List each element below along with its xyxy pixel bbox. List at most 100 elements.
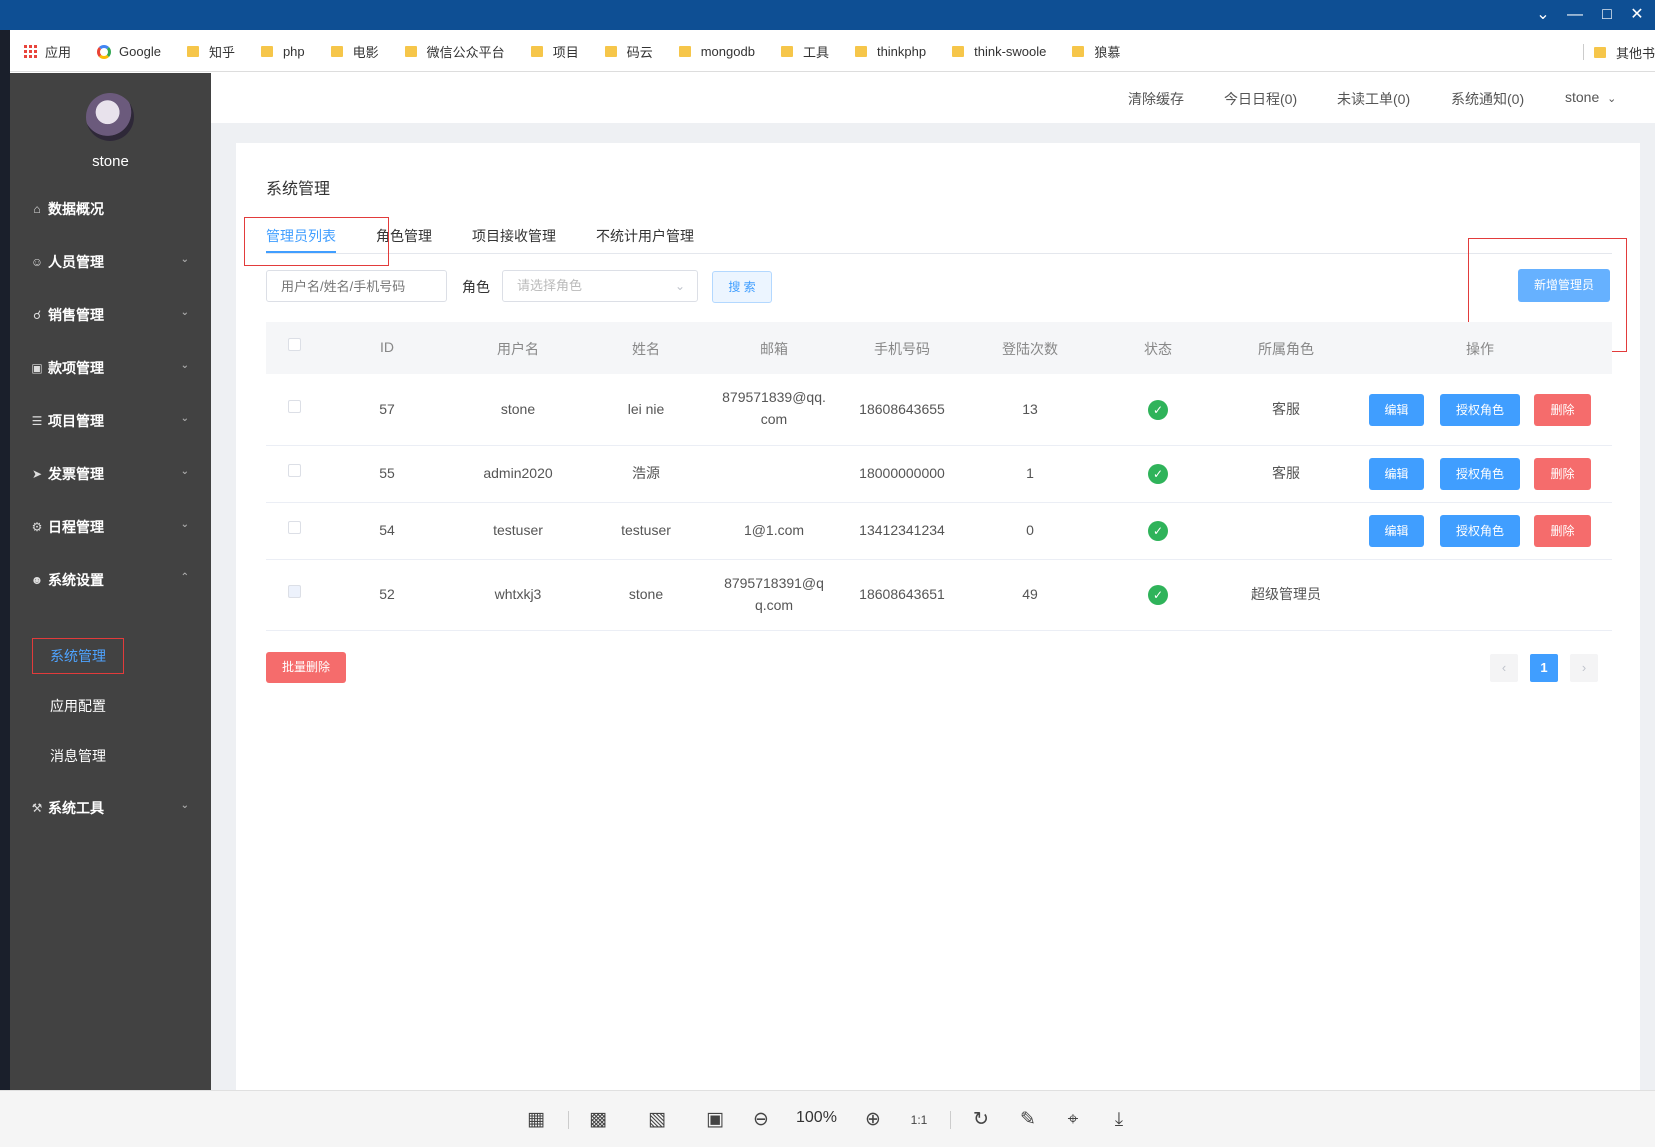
next-page-button[interactable]: › bbox=[1570, 654, 1598, 682]
delete-button[interactable]: 删除 bbox=[1534, 394, 1591, 426]
delete-button[interactable]: 删除 bbox=[1534, 458, 1591, 490]
chevron-down-icon[interactable]: ⌄ bbox=[1528, 0, 1558, 30]
col-email: 邮箱 bbox=[760, 341, 788, 357]
grant-role-button[interactable]: 授权角色 bbox=[1440, 458, 1520, 490]
money-icon: ▣ bbox=[31, 361, 43, 375]
cell-role: 客服 bbox=[1272, 465, 1300, 481]
tabs-divider bbox=[266, 253, 1612, 254]
sidebar-subitem-messages[interactable]: 消息管理 bbox=[50, 746, 106, 766]
edit-button[interactable]: 编辑 bbox=[1369, 515, 1424, 547]
search-button[interactable]: 搜 索 bbox=[712, 271, 772, 303]
actual-size-icon[interactable]: 1:1 bbox=[906, 1107, 932, 1133]
unread-tickets-link[interactable]: 未读工单(0) bbox=[1337, 89, 1410, 109]
bookmark-folder[interactable]: mongodb bbox=[678, 44, 755, 59]
row-checkbox[interactable] bbox=[288, 400, 301, 413]
fit-screen-icon[interactable]: ▣ bbox=[702, 1107, 728, 1133]
search-input[interactable] bbox=[266, 270, 447, 302]
row-checkbox bbox=[288, 585, 301, 598]
rotate-icon[interactable]: ↻ bbox=[968, 1107, 994, 1133]
maximize-icon[interactable]: □ bbox=[1592, 0, 1622, 30]
sidebar-item-projects[interactable]: ☰ 项目管理 ⌄ bbox=[10, 401, 211, 441]
sidebar-subitem-app-config[interactable]: 应用配置 bbox=[50, 696, 106, 716]
chevron-down-icon: ⌄ bbox=[180, 519, 189, 530]
sidebar-subitem-system-management[interactable]: 系统管理 bbox=[32, 638, 124, 674]
download-icon[interactable]: ⤓ bbox=[1106, 1107, 1132, 1133]
minimize-icon[interactable]: — bbox=[1560, 0, 1590, 30]
col-role: 所属角色 bbox=[1258, 341, 1314, 357]
edit-external-icon[interactable]: ✎ bbox=[1015, 1107, 1041, 1133]
col-login-count: 登陆次数 bbox=[1002, 341, 1058, 357]
status-check-icon: ✓ bbox=[1148, 464, 1168, 484]
bookmark-folder[interactable]: 工具 bbox=[780, 42, 829, 61]
bookmark-folder[interactable]: 码云 bbox=[604, 42, 653, 61]
translate-icon[interactable]: ▧ bbox=[644, 1107, 670, 1133]
cell-role: 客服 bbox=[1272, 401, 1300, 417]
close-icon[interactable]: ✕ bbox=[1622, 0, 1652, 30]
bookmark-google[interactable]: Google bbox=[97, 44, 161, 59]
layout-icon[interactable]: ▦ bbox=[523, 1107, 549, 1133]
chevron-down-icon: ⌄ bbox=[180, 800, 189, 811]
sidebar-username: stone bbox=[92, 153, 129, 170]
bookmark-apps[interactable]: 应用 bbox=[24, 42, 71, 61]
delete-button[interactable]: 删除 bbox=[1534, 515, 1591, 547]
viewer-toolbar: ▦ ▩ ▧ ▣ ⊖ 100% ⊕ 1:1 ↻ ✎ ⌖ ⤓ bbox=[0, 1090, 1655, 1147]
chevron-down-icon: ⌄ bbox=[180, 307, 189, 318]
row-divider bbox=[266, 630, 1612, 631]
sidebar-item-payments[interactable]: ▣ 款项管理 ⌄ bbox=[10, 348, 211, 388]
chevron-down-icon: ⌄ bbox=[180, 466, 189, 477]
bookmark-folder[interactable]: 狼慕 bbox=[1072, 42, 1120, 61]
zoom-out-icon[interactable]: ⊖ bbox=[748, 1107, 774, 1133]
top-navbar: 清除缓存 今日日程(0) 未读工单(0) 系统通知(0) stone ⌄ bbox=[211, 73, 1655, 123]
clear-cache-link[interactable]: 清除缓存 bbox=[1128, 89, 1184, 109]
cell-username: admin2020 bbox=[483, 465, 553, 481]
bookmark-folder[interactable]: 电影 bbox=[330, 42, 379, 61]
desktop-edge bbox=[0, 30, 10, 1090]
cell-login-count: 13 bbox=[1022, 401, 1038, 417]
tab-project-receive[interactable]: 项目接收管理 bbox=[472, 226, 556, 246]
notifications-link[interactable]: 系统通知(0) bbox=[1451, 89, 1524, 109]
folder-icon bbox=[186, 46, 199, 57]
sidebar-item-sales[interactable]: ☌ 销售管理 ⌄ bbox=[10, 295, 211, 335]
row-checkbox[interactable] bbox=[288, 464, 301, 477]
cell-email: 1@1.com bbox=[743, 522, 805, 538]
today-schedule-link[interactable]: 今日日程(0) bbox=[1224, 89, 1297, 109]
prev-page-button[interactable]: ‹ bbox=[1490, 654, 1518, 682]
row-checkbox[interactable] bbox=[288, 521, 301, 534]
batch-delete-button[interactable]: 批量删除 bbox=[266, 652, 346, 683]
bookmark-folder[interactable]: 微信公众平台 bbox=[404, 42, 505, 61]
crop-icon[interactable]: ⌖ bbox=[1060, 1107, 1086, 1133]
bookmark-folder[interactable]: 项目 bbox=[530, 42, 579, 61]
grant-role-button[interactable]: 授权角色 bbox=[1440, 394, 1520, 426]
grant-role-button[interactable]: 授权角色 bbox=[1440, 515, 1520, 547]
avatar[interactable] bbox=[86, 93, 134, 141]
chevron-down-icon: ⌄ bbox=[674, 279, 685, 293]
role-select[interactable]: 请选择角色 ⌄ bbox=[502, 270, 698, 302]
page-number-button[interactable]: 1 bbox=[1530, 654, 1558, 682]
edit-button[interactable]: 编辑 bbox=[1369, 394, 1424, 426]
zoom-in-icon[interactable]: ⊕ bbox=[860, 1107, 886, 1133]
bookmarks-bar: 应用 Google 知乎 php 电影 微信公众平台 项目 码云 mongodb… bbox=[10, 32, 1655, 72]
user-icon: ☺ bbox=[30, 255, 44, 269]
sidebar-item-invoices[interactable]: ➤ 发票管理 ⌄ bbox=[10, 454, 211, 494]
user-menu[interactable]: stone ⌄ bbox=[1565, 89, 1616, 105]
bookmark-folder[interactable]: php bbox=[260, 44, 305, 59]
sidebar-item-system-tools[interactable]: ⚒ 系统工具 ⌄ bbox=[10, 788, 211, 828]
bookmark-folder[interactable]: 知乎 bbox=[186, 42, 235, 61]
apps-grid-icon bbox=[24, 45, 37, 58]
select-all-checkbox[interactable] bbox=[288, 338, 301, 351]
role-label: 角色 bbox=[462, 279, 490, 295]
status-check-icon: ✓ bbox=[1148, 400, 1168, 420]
sidebar-item-personnel[interactable]: ☺ 人员管理 ⌄ bbox=[10, 242, 211, 282]
tab-excluded-users[interactable]: 不统计用户管理 bbox=[596, 226, 694, 246]
cell-role: 超级管理员 bbox=[1251, 586, 1321, 602]
bookmark-other[interactable]: 其他书 bbox=[1582, 32, 1655, 72]
bookmark-folder[interactable]: thinkphp bbox=[854, 44, 926, 59]
edit-button[interactable]: 编辑 bbox=[1369, 458, 1424, 490]
bookmark-folder[interactable]: think-swoole bbox=[952, 44, 1046, 59]
sidebar-item-system-settings[interactable]: ☻ 系统设置 ⌃ bbox=[10, 560, 211, 600]
sidebar-item-dashboard[interactable]: ⌂ 数据概况 bbox=[10, 189, 211, 229]
col-phone: 手机号码 bbox=[874, 341, 930, 357]
status-check-icon: ✓ bbox=[1148, 521, 1168, 541]
ocr-icon[interactable]: ▩ bbox=[585, 1107, 611, 1133]
sidebar-item-schedule[interactable]: ⚙ 日程管理 ⌄ bbox=[10, 507, 211, 547]
